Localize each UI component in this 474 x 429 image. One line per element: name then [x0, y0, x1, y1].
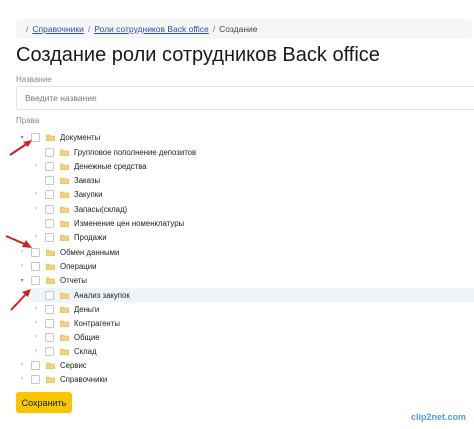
breadcrumb: / Справочники / Роли сотрудников Back of…	[16, 19, 472, 39]
collapsed-arrow-icon[interactable]: ›	[32, 206, 40, 212]
breadcrumb-separator: /	[87, 24, 91, 34]
collapsed-arrow-icon[interactable]: ›	[32, 320, 40, 326]
red-arrow-annotation-icon	[10, 289, 31, 311]
collapsed-arrow-icon[interactable]: ›	[32, 191, 40, 197]
tree-row-general[interactable]: › Общие	[32, 330, 100, 344]
folder-icon	[60, 149, 69, 156]
checkbox[interactable]	[31, 374, 40, 384]
folder-icon	[46, 277, 55, 284]
folder-icon	[60, 206, 69, 213]
checkbox[interactable]	[45, 147, 54, 157]
folder-icon	[60, 292, 69, 299]
breadcrumb-link-roles[interactable]: Роли сотрудников Back office	[94, 24, 209, 34]
folder-icon	[46, 263, 55, 270]
tree-row-label: Контрагенты	[74, 318, 120, 328]
folder-icon	[60, 191, 69, 198]
tree-row-label: Запасы(склад)	[74, 204, 128, 214]
tree-row-reports[interactable]: ▾ Отчеты	[18, 273, 87, 287]
tree-row-orders[interactable]: Заказы	[32, 173, 100, 187]
checkbox[interactable]	[45, 232, 54, 242]
tree-row-sales[interactable]: › Продажи	[32, 230, 107, 244]
tree-row-label: Анализ закупок	[74, 290, 130, 300]
checkbox[interactable]	[45, 175, 54, 185]
collapsed-arrow-icon[interactable]: ›	[18, 362, 26, 368]
tree-row-price-change[interactable]: Изменение цен номенклатуры	[32, 216, 184, 230]
rights-label: Права	[16, 116, 40, 125]
tree-row-group-deposit[interactable]: Групповое пополнение депозитов	[32, 145, 196, 159]
folder-icon	[60, 348, 69, 355]
collapsed-arrow-icon[interactable]: ›	[18, 376, 26, 382]
folder-icon	[60, 177, 69, 184]
tree-row-label: Документы	[60, 132, 101, 142]
tree-row-label: Закупки	[74, 189, 103, 199]
checkbox[interactable]	[45, 218, 54, 228]
expanded-arrow-icon[interactable]: ▾	[18, 277, 26, 284]
save-button[interactable]: Сохранить	[16, 392, 72, 413]
tree-row-operations[interactable]: › Операции	[18, 259, 96, 273]
folder-icon	[60, 234, 69, 241]
tree-row-contractors[interactable]: › Контрагенты	[32, 316, 120, 330]
tree-row-label: Обмен данными	[60, 247, 120, 257]
tree-row-label: Общие	[74, 332, 100, 342]
name-label: Название	[16, 75, 52, 84]
folder-icon	[60, 334, 69, 341]
folder-icon	[46, 134, 55, 141]
folder-icon	[60, 220, 69, 227]
tree-row-cash[interactable]: › Денежные средства	[32, 159, 147, 173]
tree-row-label: Справочники	[60, 374, 108, 384]
tree-row-label: Отчеты	[60, 275, 87, 285]
checkbox[interactable]	[45, 290, 54, 300]
tree-row-label: Операции	[60, 261, 97, 271]
checkbox[interactable]	[31, 275, 40, 285]
tree-row-purchases[interactable]: › Закупки	[32, 187, 102, 201]
red-arrow-annotation-icon	[9, 140, 32, 156]
tree-row-stock[interactable]: › Запасы(склад)	[32, 202, 127, 216]
checkbox[interactable]	[45, 304, 54, 314]
tree-row-label: Денежные средства	[74, 161, 147, 171]
breadcrumb-current: Создание	[219, 24, 258, 34]
tree-row-service[interactable]: › Сервис	[18, 358, 87, 372]
breadcrumb-link-directories[interactable]: Справочники	[32, 24, 84, 34]
tree-row-purchase-analysis[interactable]: Анализ закупок	[32, 288, 474, 302]
collapsed-arrow-icon[interactable]: ›	[32, 348, 40, 354]
tree-row-label: Изменение цен номенклатуры	[74, 218, 185, 228]
collapsed-arrow-icon[interactable]: ›	[32, 163, 40, 169]
checkbox[interactable]	[31, 261, 40, 271]
name-input[interactable]	[16, 86, 474, 110]
tree-row-label: Групповое пополнение депозитов	[74, 147, 197, 157]
checkbox[interactable]	[45, 332, 54, 342]
tree-row-label: Склад	[74, 346, 97, 356]
folder-icon	[46, 249, 55, 256]
page-title: Создание роли сотрудников Back office	[16, 44, 380, 66]
checkbox[interactable]	[45, 161, 54, 171]
breadcrumb-separator: /	[212, 24, 216, 34]
breadcrumb-separator: /	[26, 24, 29, 34]
watermark: clip2net.com	[410, 412, 466, 422]
tree-row-money[interactable]: › Деньги	[32, 302, 99, 316]
checkbox[interactable]	[45, 346, 54, 356]
checkbox[interactable]	[45, 204, 54, 214]
tree-row-label: Деньги	[74, 304, 100, 314]
folder-icon	[60, 306, 69, 313]
folder-icon	[60, 163, 69, 170]
checkbox[interactable]	[45, 318, 54, 328]
collapsed-arrow-icon[interactable]: ›	[18, 263, 26, 269]
tree-row-label: Продажи	[74, 232, 107, 242]
folder-icon	[46, 376, 55, 383]
tree-row-label: Сервис	[60, 360, 87, 370]
checkbox[interactable]	[31, 360, 40, 370]
red-arrow-annotation-icon	[5, 235, 32, 248]
tree-row-directories[interactable]: › Справочники	[18, 372, 107, 386]
tree-row-warehouse[interactable]: › Склад	[32, 344, 97, 358]
checkbox[interactable]	[45, 189, 54, 199]
collapsed-arrow-icon[interactable]: ›	[32, 334, 40, 340]
tree-row-label: Заказы	[74, 175, 101, 185]
folder-icon	[46, 362, 55, 369]
folder-icon	[60, 320, 69, 327]
